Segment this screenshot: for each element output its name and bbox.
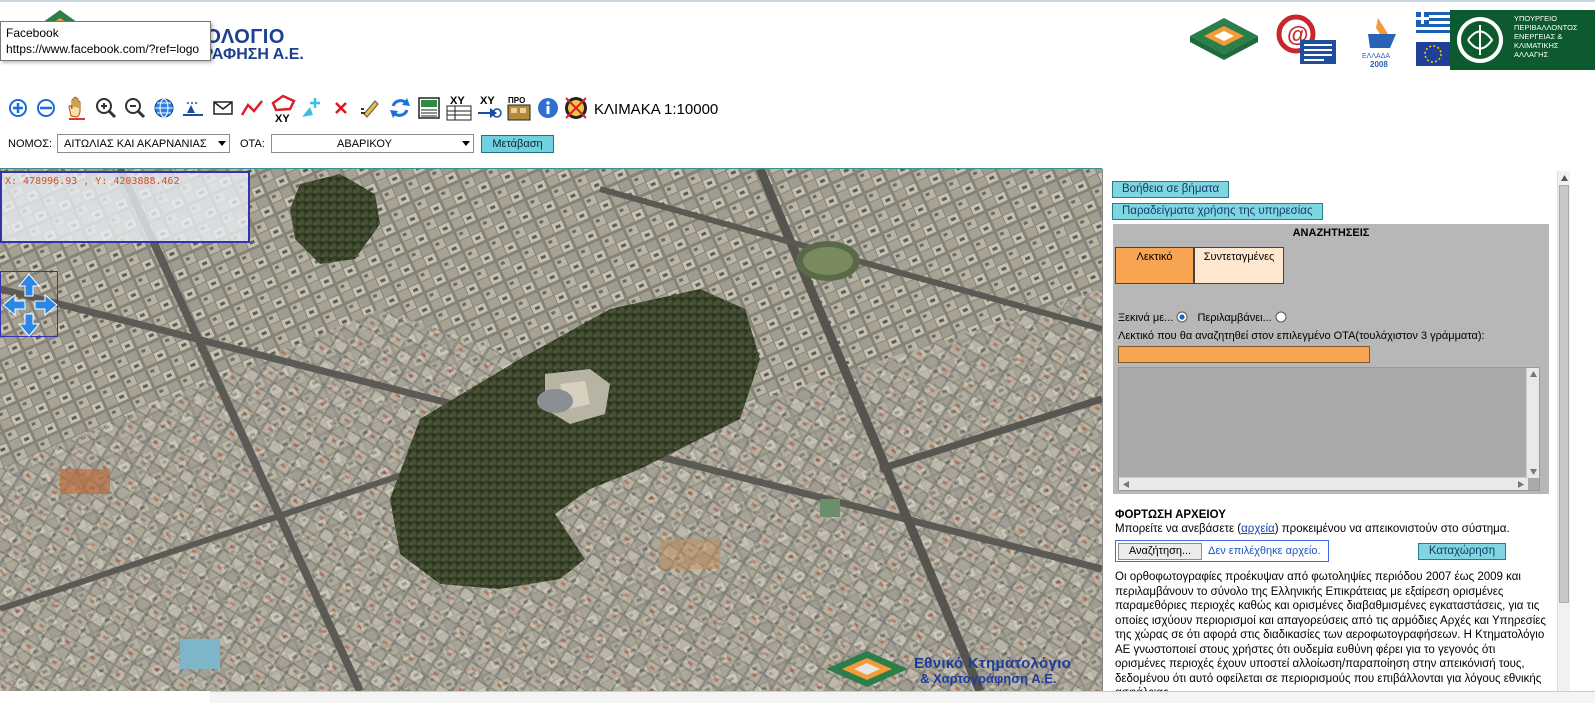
clear-cross-icon[interactable] xyxy=(328,94,354,122)
xy-goto-icon[interactable]: XY xyxy=(475,94,503,122)
xy-label: XY xyxy=(450,95,465,107)
go-button[interactable]: Μετάβαση xyxy=(481,135,554,153)
ota-select[interactable]: ΑΒΑΡΙΚΟΥ xyxy=(271,134,474,153)
partner-logo-ktimatologio[interactable] xyxy=(1186,14,1262,64)
ministry-line: ΥΠΟΥΡΓΕΙΟ xyxy=(1514,14,1558,23)
chevron-down-icon xyxy=(218,141,226,146)
upload-description: Μπορείτε να ανεβάσετε (αρχεία) προκειμέν… xyxy=(1115,523,1510,535)
scroll-left-icon[interactable] xyxy=(1123,481,1129,488)
flags-logo xyxy=(1416,12,1450,66)
map-scale-label: ΚΛΙΜΑΚΑ 1:10000 xyxy=(594,101,719,118)
search-hint: Λεκτικό που θα αναζητηθεί στον επιλεγμέν… xyxy=(1118,330,1485,342)
refresh-icon[interactable] xyxy=(387,94,413,122)
orthophoto xyxy=(0,169,1102,691)
results-vertical-scrollbar[interactable] xyxy=(1526,368,1539,478)
coordinate-text: X: 478996.93 , Y: 4203888.462 xyxy=(5,176,180,187)
radio-contains-label: Περιλαμβάνει... xyxy=(1197,312,1272,324)
link-tooltip: Facebook https://www.facebook.com/?ref=l… xyxy=(0,21,211,61)
ellada-text: ΕΛΛΑΔΑ xyxy=(1362,53,1390,60)
ministry-line: ΑΛΛΑΓΗΣ xyxy=(1514,50,1549,59)
draw-line-icon[interactable] xyxy=(239,94,265,122)
no-file-text: Δεν επιλέχθηκε αρχείο. xyxy=(1208,545,1321,557)
ellada-year: 2008 xyxy=(1370,60,1388,69)
info-icon[interactable] xyxy=(535,94,561,122)
ota-label: ΟΤΑ: xyxy=(240,138,265,150)
upload-text-before: Μπορείτε να ανεβάσετε ( xyxy=(1115,523,1242,535)
edit-pencil-icon[interactable] xyxy=(357,94,383,122)
file-input[interactable]: Αναζήτηση... Δεν επιλέχθηκε αρχείο. xyxy=(1115,540,1329,562)
zoom-out-minus-icon[interactable] xyxy=(33,94,59,122)
map-logo-subtitle: & Χαρτογράφηση Α.Ε. xyxy=(920,671,1057,686)
radio-starts-label: Ξεκινά με... xyxy=(1118,312,1174,324)
tooltip-url: https://www.facebook.com/?ref=logo xyxy=(6,42,200,56)
ministry-logo[interactable]: ΥΠΟΥΡΓΕΙΟ ΠΕΡΙΒΑΛΛΟΝΤΟΣ ΕΝΕΡΓΕΙΑΣ & ΚΛΙΜ… xyxy=(1450,10,1595,70)
pan-hand-icon[interactable] xyxy=(63,94,89,122)
xy-label: XY xyxy=(275,113,290,123)
aerial-map[interactable] xyxy=(0,169,1102,691)
nomos-label: ΝΟΜΟΣ: xyxy=(8,138,53,150)
ministry-line: ΚΛΙΜΑΤΙΚΗΣ xyxy=(1514,41,1559,50)
browse-button[interactable]: Αναζήτηση... xyxy=(1118,543,1202,560)
scroll-down-icon[interactable] xyxy=(1530,469,1537,475)
ministry-emblem-icon xyxy=(1457,17,1503,63)
disclaimer-text: Οι ορθοφωτογραφίες προέκυψαν από φωτοληψ… xyxy=(1115,571,1546,691)
radio-contains[interactable] xyxy=(1275,311,1287,323)
pro-label: ΠΡΟ xyxy=(508,96,525,105)
pan-right-arrow-icon[interactable] xyxy=(34,293,58,317)
legend-icon[interactable]: ΠΡΟ xyxy=(505,94,533,122)
pan-down-arrow-icon[interactable] xyxy=(17,313,41,337)
disable-icon[interactable] xyxy=(563,94,589,122)
zoom-in-magnifier-icon[interactable] xyxy=(93,94,119,122)
pan-left-arrow-icon[interactable] xyxy=(2,293,26,317)
xy-label: XY xyxy=(480,95,495,107)
print-icon[interactable] xyxy=(416,94,442,122)
globe-icon[interactable] xyxy=(151,94,177,122)
panel-scrollbar[interactable] xyxy=(1557,171,1570,693)
xy-table-icon[interactable]: XY xyxy=(445,94,473,122)
upload-text-after: ) προκειμένου να απεικονιστούν στο σύστη… xyxy=(1274,523,1510,535)
files-link[interactable]: αρχεία xyxy=(1241,523,1275,535)
search-results-list[interactable] xyxy=(1118,367,1540,491)
add-point-icon[interactable] xyxy=(299,94,325,122)
partner-logo-ellada2008[interactable]: ΕΛΛΑΔΑ 2008 xyxy=(1350,14,1412,70)
ministry-line: ΕΝΕΡΓΕΙΑΣ & xyxy=(1514,32,1563,41)
tooltip-title: Facebook xyxy=(6,26,59,40)
upload-title: ΦΟΡΤΩΣΗ ΑΡΧΕΙΟΥ xyxy=(1115,509,1226,521)
ota-selected-value: ΑΒΑΡΙΚΟΥ xyxy=(337,138,392,150)
help-steps-button[interactable]: Βοήθεια σε βήματα xyxy=(1112,181,1230,198)
partner-logo-digital[interactable]: @ xyxy=(1276,12,1338,66)
coordinate-readout: X: 478996.93 , Y: 4203888.462 xyxy=(0,171,250,243)
bottom-scrollbar[interactable] xyxy=(210,691,1595,703)
ktimatologio-logo-icon xyxy=(826,651,908,687)
usage-examples-button[interactable]: Παραδείγματα χρήσης της υπηρεσίας xyxy=(1112,203,1323,220)
scroll-right-icon[interactable] xyxy=(1518,481,1524,488)
nomos-select[interactable]: ΑΙΤΩΛΙΑΣ ΚΑΙ ΑΚΑΡΝΑΝΙΑΣ xyxy=(57,134,230,153)
side-panel: Βοήθεια σε βήματα Παραδείγματα χρήσης τη… xyxy=(1102,169,1595,691)
results-horizontal-scrollbar[interactable] xyxy=(1119,477,1528,490)
tab-text-search[interactable]: Λεκτικό xyxy=(1115,247,1194,284)
submit-button[interactable]: Καταχώρηση xyxy=(1418,543,1506,560)
envelope-icon[interactable] xyxy=(210,94,236,122)
search-title: ΑΝΑΖΗΤΗΣΕΙΣ xyxy=(1292,227,1370,239)
tab-coordinates[interactable]: Συντεταγμένες xyxy=(1194,247,1284,284)
pan-up-arrow-icon[interactable] xyxy=(17,273,41,297)
map-logo-title: Εθνικό Κτηματολόγιο xyxy=(914,655,1072,672)
pan-control xyxy=(0,271,58,337)
scroll-up-icon[interactable] xyxy=(1561,175,1568,181)
header: ΚΤΗΜΑΤΟΛΟΓΙΟ & ΧΑΡΤΟΓΡΑΦΗΣΗ Α.Ε. Faceboo… xyxy=(0,2,1595,88)
nomos-selected-value: ΑΙΤΩΛΙΑΣ ΚΑΙ ΑΚΑΡΝΑΝΙΑΣ xyxy=(64,138,207,150)
measure-area-icon[interactable] xyxy=(180,94,206,122)
search-section: ΑΝΑΖΗΤΗΣΕΙΣ Λεκτικό Συντεταγμένες Ξεκινά… xyxy=(1113,224,1549,494)
chevron-down-icon xyxy=(462,141,470,146)
radio-group: Ξεκινά με... Περιλαμβάνει... xyxy=(1118,311,1287,324)
scroll-up-icon[interactable] xyxy=(1530,371,1537,377)
radio-starts[interactable] xyxy=(1176,311,1188,323)
zoom-in-plus-icon[interactable] xyxy=(5,94,31,122)
map-watermark-logo: Εθνικό Κτηματολόγιο & Χαρτογράφηση Α.Ε. xyxy=(822,649,1102,691)
zoom-out-magnifier-icon[interactable] xyxy=(122,94,148,122)
polygon-xy-icon[interactable]: XY xyxy=(268,94,298,123)
panel-scroll-thumb[interactable] xyxy=(1559,185,1569,603)
ministry-line: ΠΕΡΙΒΑΛΛΟΝΤΟΣ xyxy=(1514,23,1578,32)
search-input[interactable] xyxy=(1118,346,1370,363)
